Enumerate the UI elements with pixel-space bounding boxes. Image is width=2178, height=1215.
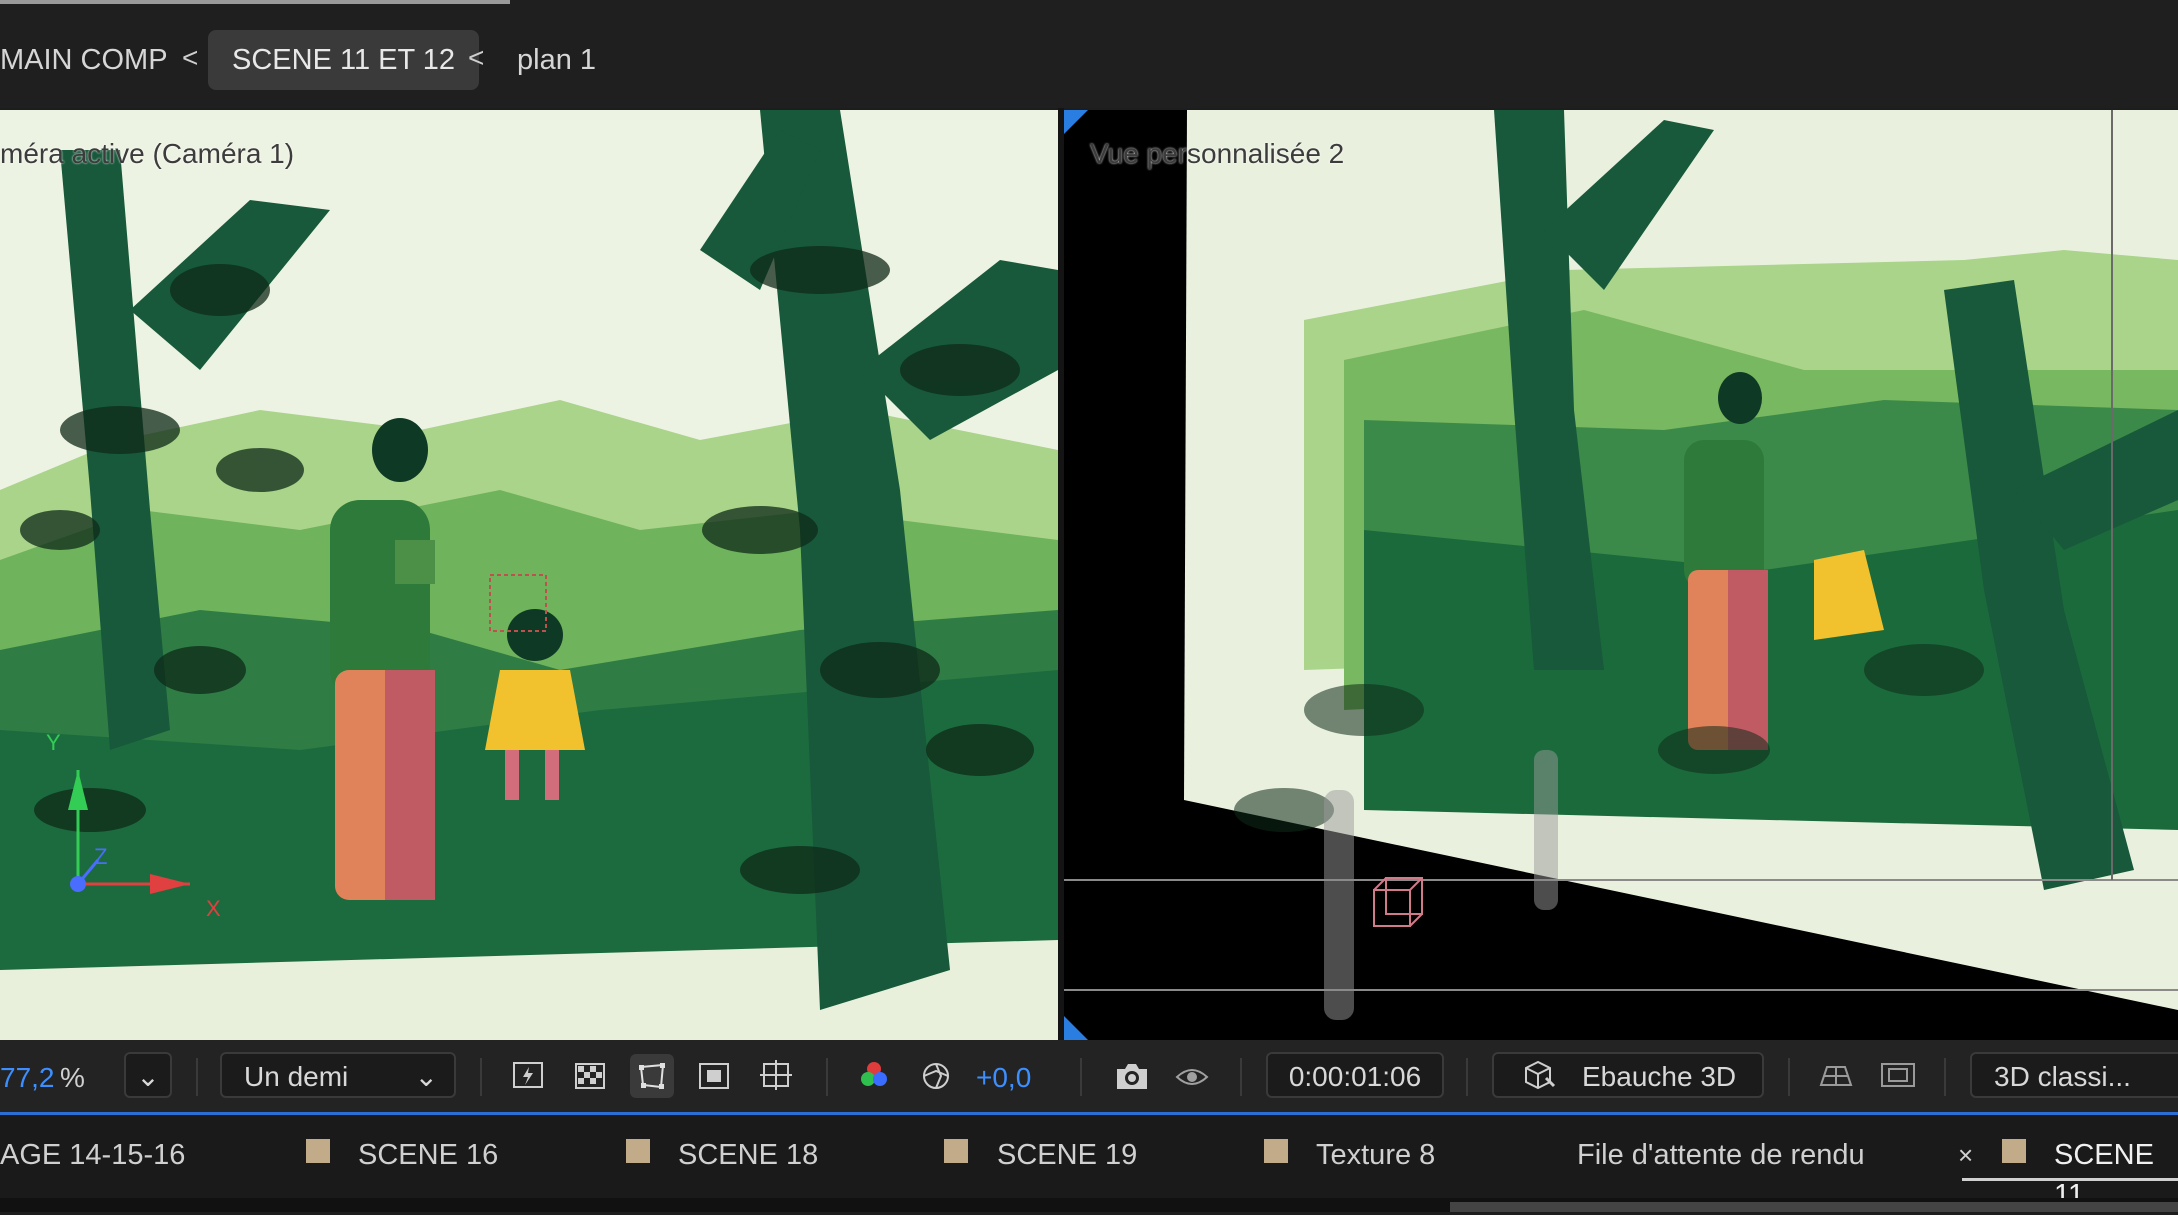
comp-color-swatch — [306, 1139, 330, 1163]
zoom-dropdown-button[interactable]: ⌄ — [124, 1052, 172, 1098]
composition-viewer-active-camera[interactable]: méra active (Caméra 1) Y Z X — [0, 110, 1058, 1040]
separator — [196, 1058, 198, 1096]
3d-view-dropdown[interactable]: 3D classi... — [1970, 1052, 2178, 1098]
timeline-scroll-bar[interactable] — [1450, 1202, 2178, 1212]
show-snapshot-icon[interactable] — [1170, 1054, 1214, 1098]
tab-scene-11[interactable]: SCENE 11 — [2054, 1135, 2178, 1211]
zoom-value[interactable]: 77,2 — [0, 1062, 55, 1094]
close-tab-icon[interactable]: × — [1958, 1135, 1973, 1175]
tab-render-queue[interactable]: File d'attente de rendu — [1577, 1135, 1865, 1175]
timecode: 0:00:01:06 — [1288, 1061, 1422, 1092]
transparency-grid-icon[interactable] — [568, 1054, 612, 1098]
top-tab-indicator — [0, 0, 510, 4]
axis-label-x: X — [206, 896, 221, 921]
zoom-unit: % — [60, 1062, 85, 1093]
resolution-dropdown[interactable]: Un demi ⌄ — [220, 1052, 456, 1098]
tab-scene-19[interactable]: SCENE 19 — [997, 1135, 1137, 1175]
chevron-down-icon: ⌄ — [414, 1061, 438, 1092]
axis-label-y: Y — [46, 730, 61, 755]
separator — [1788, 1058, 1790, 1096]
region-of-interest-icon[interactable] — [692, 1054, 736, 1098]
separator — [1944, 1058, 1946, 1096]
renderer-button[interactable]: Ebauche 3D — [1492, 1052, 1764, 1098]
breadcrumb-scene-11-et-12[interactable]: SCENE 11 ET 12 — [208, 30, 479, 90]
separator — [826, 1058, 828, 1096]
color-channels-icon[interactable] — [852, 1054, 896, 1098]
fast-previews-icon[interactable] — [506, 1054, 550, 1098]
breadcrumb-main-comp[interactable]: MAIN COMP — [0, 30, 168, 90]
timeline-strip — [0, 1198, 2178, 1212]
separator — [480, 1058, 482, 1096]
view-layout-icon[interactable] — [1876, 1054, 1920, 1098]
separator — [1080, 1058, 1082, 1096]
reset-exposure-icon[interactable] — [914, 1054, 958, 1098]
mask-visibility-icon[interactable] — [630, 1054, 674, 1098]
comp-color-swatch — [1264, 1139, 1288, 1163]
tab-scene-16[interactable]: SCENE 16 — [358, 1135, 498, 1175]
chevron-left-icon: < — [468, 42, 485, 73]
guides-grid-icon[interactable] — [754, 1054, 798, 1098]
viewer-toolbar: 77,2 % ⌄ Un demi ⌄ +0,0 0:00:01:06 Ebauc… — [0, 1040, 2178, 1115]
comp-color-swatch — [2002, 1139, 2026, 1163]
3d-view-value: 3D classi... — [1994, 1061, 2131, 1092]
ground-plane-icon[interactable] — [1814, 1054, 1858, 1098]
comp-color-swatch — [626, 1139, 650, 1163]
composition-viewer-custom-view[interactable]: Vue personnalisée 2 — [1064, 110, 2178, 1040]
axis-label-z: Z — [94, 844, 108, 869]
tab-age-14-15-16[interactable]: AGE 14-15-16 — [0, 1135, 185, 1175]
draft-3d-icon — [1520, 1058, 1558, 1106]
comp-color-swatch — [944, 1139, 968, 1163]
scene-illustration — [0, 110, 1058, 1040]
chevron-down-icon: ⌄ — [136, 1061, 160, 1092]
renderer-label: Ebauche 3D — [1582, 1061, 1737, 1092]
tab-texture-8[interactable]: Texture 8 — [1316, 1135, 1435, 1175]
separator — [1466, 1058, 1468, 1096]
viewer-label-custom-view: Vue personnalisée 2 — [1090, 138, 1345, 169]
active-tab-indicator — [1962, 1178, 2178, 1181]
exposure-value[interactable]: +0,0 — [976, 1062, 1031, 1094]
current-time-display[interactable]: 0:00:01:06 — [1266, 1052, 1444, 1098]
separator — [1240, 1058, 1242, 1096]
resolution-value: Un demi — [244, 1061, 349, 1092]
breadcrumb-plan-1[interactable]: plan 1 — [517, 30, 596, 90]
chevron-left-icon: < — [182, 42, 199, 73]
breadcrumb-bar: MAIN COMP < SCENE 11 ET 12 < plan 1 — [0, 0, 2178, 108]
custom-view-illustration — [1064, 110, 2178, 1040]
camera-snapshot-icon[interactable] — [1110, 1054, 1154, 1098]
viewer-label-active-camera: méra active (Caméra 1) — [0, 138, 295, 169]
tab-scene-18[interactable]: SCENE 18 — [678, 1135, 818, 1175]
